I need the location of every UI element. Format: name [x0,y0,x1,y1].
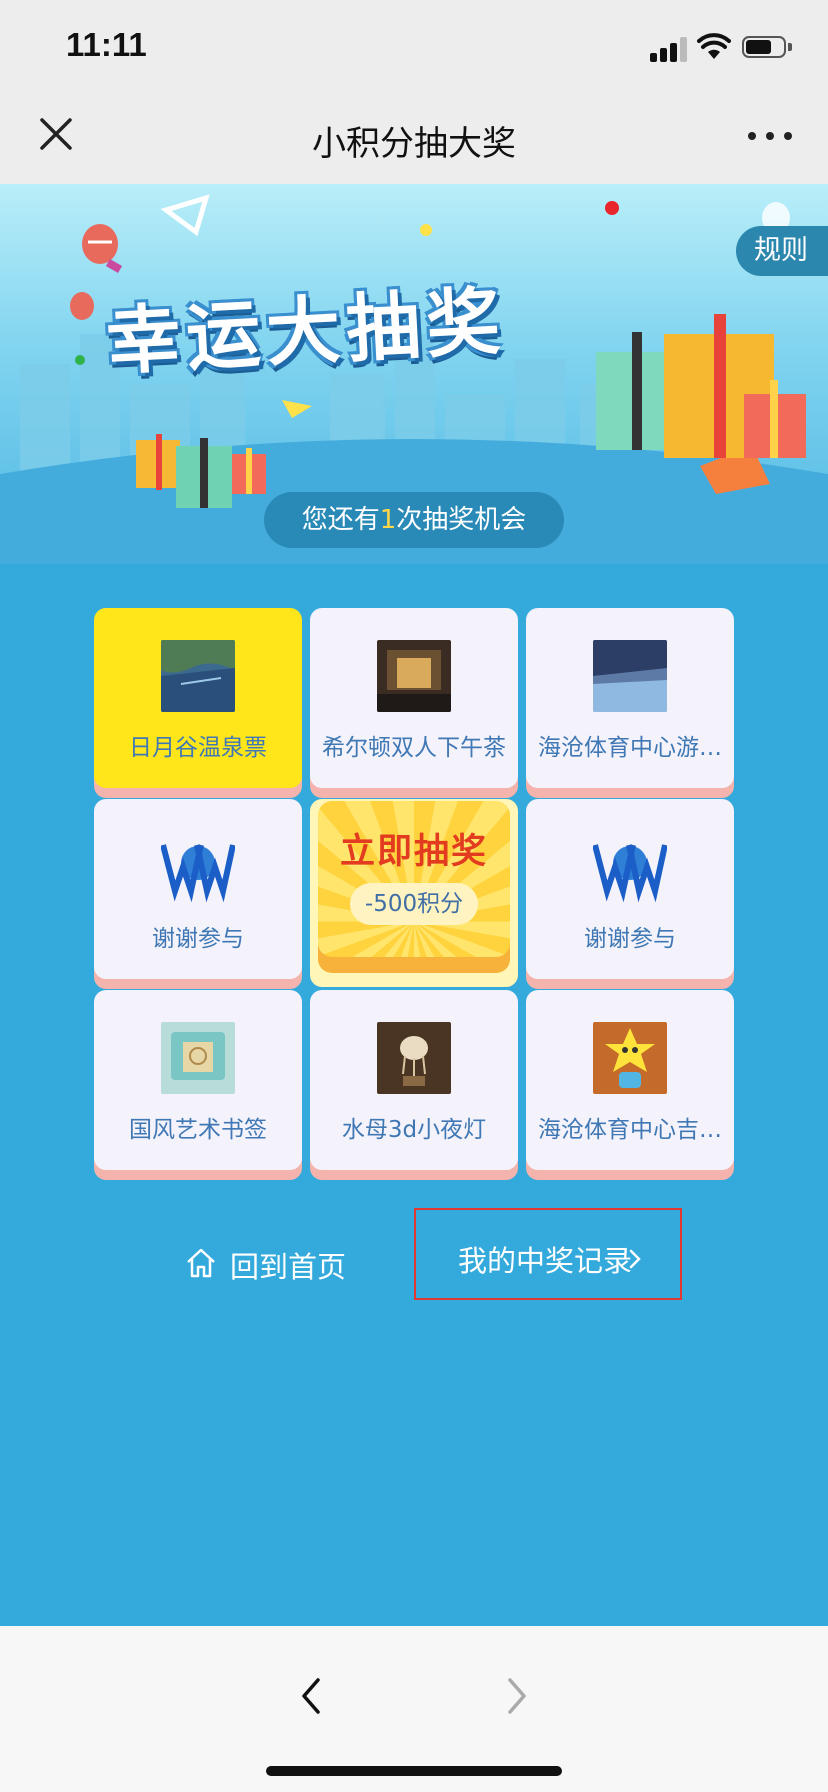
back-to-home-link[interactable]: 回到首页 [184,1238,364,1288]
more-options-icon[interactable] [748,122,792,152]
records-link-label: 我的中奖记录 [458,1244,633,1278]
gift-boxes-right [596,314,806,458]
rules-button[interactable]: 规则 [736,226,828,276]
hot-spring-photo [161,640,235,712]
prize-cell: 日月谷温泉票 [94,608,302,788]
chance-suffix: 次抽奖机会 [396,505,527,535]
prize-cell: 希尔顿双人下午茶 [310,608,518,788]
prize-cell: 海沧体育中心吉… [526,990,734,1170]
draw-cost: -500积分 [350,883,478,925]
home-icon [187,1248,215,1278]
prize-cell: 海沧体育中心游… [526,608,734,788]
browser-toolbar [0,1626,828,1792]
draw-button[interactable]: 立即抽奖 -500积分 [310,799,518,987]
hero-banner: 幸运大抽奖 规则 您还有1次抽奖机会 [0,184,828,564]
prize-label: 水母3d小夜灯 [341,1117,487,1143]
prize-label: 日月谷温泉票 [129,735,267,761]
prize-cell: 谢谢参与 [526,799,734,979]
status-bar: 11:11 [0,0,828,92]
mascot-photo [593,1022,667,1094]
prize-label: 海沧体育中心游… [538,735,722,761]
close-icon[interactable] [36,114,76,154]
prize-label: 希尔顿双人下午茶 [322,735,506,761]
lottery-main: 幸运大抽奖 规则 您还有1次抽奖机会 日月谷温泉票 希尔顿双人下午茶 海沧体育中… [0,184,828,1626]
jellyfish-lamp-photo [377,1022,451,1094]
wow-logo [161,844,235,903]
prize-cell: 水母3d小夜灯 [310,990,518,1170]
bookmark-photo [161,1022,235,1094]
page-title: 小积分抽大奖 [312,124,516,164]
prize-label: 谢谢参与 [152,926,244,952]
prize-label: 国风艺术书签 [129,1117,267,1143]
home-link-label: 回到首页 [230,1250,347,1284]
remaining-chances: 您还有1次抽奖机会 [264,492,564,548]
balloon-icon [82,224,123,273]
chevron-right-icon [629,1249,641,1269]
navigation-bar: 小积分抽大奖 [0,92,828,184]
app-root: 11:11 小积分抽大奖 幸运大抽奖 规则 您还有1次抽奖机会 日月谷温泉票 希… [0,0,828,1792]
prize-label: 海沧体育中心吉… [538,1117,722,1143]
wow-logo [593,844,667,903]
chance-prefix: 您还有 [301,505,380,535]
prize-cell: 谢谢参与 [94,799,302,979]
prize-grid: 日月谷温泉票 希尔顿双人下午茶 海沧体育中心游… 谢谢参与 立即抽奖 -500积… [94,608,734,1178]
chance-count: 1 [379,505,397,535]
draw-button-title: 立即抽奖 [339,832,488,872]
cellular-signal-icon [650,36,690,62]
forward-arrow-icon[interactable] [502,1674,532,1718]
prize-cell: 国风艺术书签 [94,990,302,1170]
battery-icon [742,36,794,60]
back-arrow-icon[interactable] [296,1674,326,1718]
hilton-lobby-photo [377,640,451,712]
wifi-icon [697,33,731,59]
prize-label: 谢谢参与 [584,926,676,952]
my-prize-records-link[interactable]: 我的中奖记录 [414,1208,682,1300]
swimming-pool-photo [593,640,667,712]
home-indicator [266,1766,562,1776]
status-time: 11:11 [66,26,147,63]
